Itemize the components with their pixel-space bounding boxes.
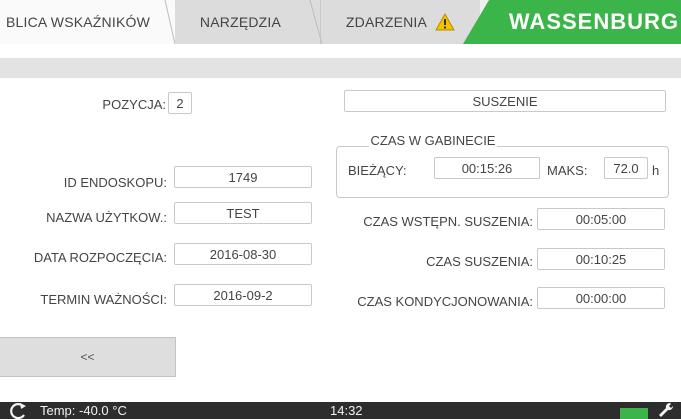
brand-logo: WASSENBURG <box>463 0 681 44</box>
status-bar: Temp: -40.0 °C 14:32 <box>0 402 681 419</box>
current-time-field: 00:15:26 <box>434 157 540 179</box>
tab-events[interactable]: ZDARZENIA <box>320 0 480 44</box>
max-time-unit: h <box>652 163 660 178</box>
brand-name: WASSENBURG <box>508 9 679 34</box>
expiry-field: 2016-09-2 <box>174 284 312 306</box>
tab-table-label: BLICA WSKAŹNIKÓW <box>6 14 150 30</box>
screen: NARZĘDZIA ZDARZENIA BLICA WSKAŹNIKÓW WAS… <box>0 0 681 419</box>
sub-header-bar <box>0 58 681 78</box>
max-time-label: MAKS: <box>547 163 588 178</box>
tab-table[interactable]: BLICA WSKAŹNIKÓW <box>0 0 175 44</box>
endoscope-id-label: ID ENDOSKOPU: <box>63 175 167 190</box>
position-label: POZYCJA: <box>102 97 166 112</box>
warning-triangle-icon <box>435 12 455 31</box>
dry-time-field: 00:10:25 <box>537 248 665 270</box>
cabinet-time-title: CZAS W GABINECIE <box>369 132 497 150</box>
tab-events-label: ZDARZENIA <box>345 14 428 30</box>
endoscope-id-field: 1749 <box>174 166 312 188</box>
position-field: 2 <box>168 92 192 114</box>
max-time-field: 72.0 <box>604 157 648 179</box>
tab-tools-label: NARZĘDZIA <box>199 14 282 30</box>
start-date-label: DATA ROZPOCZĘCIA: <box>33 250 167 265</box>
tab-divider <box>155 0 175 44</box>
phase-status-field: SUSZENIE <box>344 90 666 112</box>
expiry-label: TERMIN WAŻNOŚCI: <box>40 292 167 307</box>
conditioning-time-label: CZAS KONDYCJONOWANIA: <box>357 294 533 309</box>
tab-divider <box>309 0 323 44</box>
user-field: TEST <box>174 202 312 224</box>
predry-time-field: 00:05:00 <box>537 208 665 230</box>
tab-tools[interactable]: NARZĘDZIA <box>160 0 320 44</box>
wrench-icon[interactable] <box>656 402 676 419</box>
tab-bar: NARZĘDZIA ZDARZENIA BLICA WSKAŹNIKÓW WAS… <box>0 0 681 44</box>
conditioning-time-field: 00:00:00 <box>537 287 665 309</box>
refresh-icon[interactable] <box>8 402 28 419</box>
user-label: NAZWA UŻYTKOW.: <box>46 210 167 225</box>
dry-time-label: CZAS SUSZENIA: <box>426 254 533 269</box>
predry-time-label: CZAS WSTĘPN. SUSZENIA: <box>363 214 533 229</box>
back-button[interactable]: << <box>0 337 176 377</box>
status-indicator <box>620 408 648 419</box>
start-date-field: 2016-08-30 <box>174 243 312 265</box>
clock: 14:32 <box>330 403 363 418</box>
current-time-label: BIEŻĄCY: <box>348 163 407 178</box>
temperature-readout: Temp: -40.0 °C <box>40 403 127 418</box>
back-button-label: << <box>80 350 95 364</box>
